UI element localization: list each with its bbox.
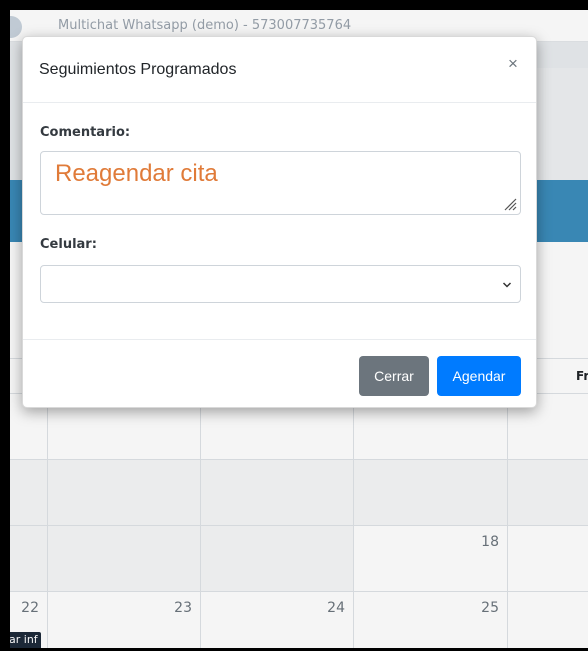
modal-header: Seguimientos Programados × bbox=[23, 37, 536, 103]
schedule-button[interactable]: Agendar bbox=[437, 356, 521, 396]
modal-title: Seguimientos Programados bbox=[39, 61, 237, 78]
modal-footer: Cerrar Agendar bbox=[23, 339, 536, 409]
close-icon[interactable]: × bbox=[504, 55, 522, 73]
app-viewport: Multichat Whatsapp (demo) - 573007735764… bbox=[10, 10, 588, 648]
chevron-down-icon bbox=[502, 282, 512, 288]
scheduled-followups-modal: Seguimientos Programados × Comentario: R… bbox=[22, 36, 537, 408]
comment-label: Comentario: bbox=[40, 125, 131, 140]
close-button[interactable]: Cerrar bbox=[359, 356, 429, 396]
phone-select[interactable] bbox=[40, 265, 521, 303]
comment-textarea[interactable]: Reagendar cita bbox=[40, 151, 521, 215]
phone-label: Celular: bbox=[40, 237, 97, 252]
modal-body: Comentario: Reagendar cita Celular: bbox=[23, 103, 536, 339]
